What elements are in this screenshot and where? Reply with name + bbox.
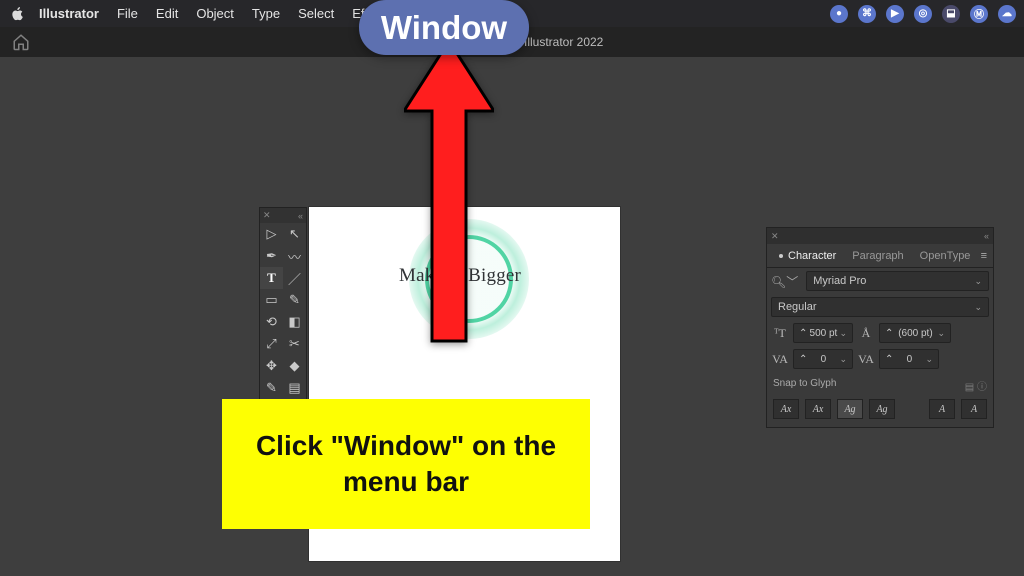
tab-paragraph[interactable]: Paragraph (844, 244, 911, 268)
snap-title: Snap to Glyph (773, 378, 836, 393)
search-icon[interactable]: 🔍︎﹀ (771, 273, 798, 290)
snap-btn[interactable]: Ag (869, 399, 895, 419)
callout-window-pill: Window (359, 0, 529, 55)
kerning-input[interactable]: ⌃0⌄ (793, 349, 853, 369)
panel-menu-icon[interactable]: ≡ (981, 250, 987, 262)
status-icon[interactable]: ◎ (914, 5, 932, 23)
snap-btn[interactable]: Ax (805, 399, 831, 419)
tool-direct[interactable]: ↖ (283, 223, 306, 245)
status-icon[interactable]: ▶ (886, 5, 904, 23)
callout-arrow-icon (404, 41, 494, 361)
tool-eraser[interactable]: ◧ (283, 311, 306, 333)
tool-curve[interactable]: 〰 (283, 245, 306, 267)
callout-box: Click "Window" on the menu bar (222, 399, 590, 529)
tracking-input[interactable]: ⌃0⌄ (879, 349, 939, 369)
menubar-status: ● ⌘ ▶ ◎ ⬓ Ⓜ ☁ (830, 0, 1016, 27)
leading-input[interactable]: ⌃(600 pt)⌄ (879, 323, 951, 343)
tracking-icon: VA (857, 352, 875, 367)
character-panel: ✕« Character Paragraph OpenType ≡ 🔍︎﹀ My… (766, 227, 994, 428)
tool-scale[interactable]: ⤢ (260, 333, 283, 355)
status-icon[interactable]: ☁ (998, 5, 1016, 23)
tool-width[interactable]: ✂ (283, 333, 306, 355)
tool-free[interactable]: ✥ (260, 355, 283, 377)
snap-btn[interactable]: A (929, 399, 955, 419)
menu-edit[interactable]: Edit (156, 6, 178, 21)
tool-brush[interactable]: ✎ (283, 289, 306, 311)
snap-btn[interactable]: Ag (837, 399, 863, 419)
tab-character[interactable]: Character (771, 244, 844, 268)
snap-btn[interactable]: A (961, 399, 987, 419)
home-icon[interactable] (12, 33, 30, 51)
font-size-input[interactable]: ⌃500 pt⌄ (793, 323, 853, 343)
menu-type[interactable]: Type (252, 6, 280, 21)
tool-pen[interactable]: ✒ (260, 245, 283, 267)
tool-grad[interactable]: ▤ (283, 377, 306, 399)
status-icon[interactable]: ● (830, 5, 848, 23)
callout-text: Click "Window" on the menu bar (244, 428, 568, 501)
tool-type[interactable]: T (260, 267, 283, 289)
app-name[interactable]: Illustrator (39, 6, 99, 21)
kerning-icon: VA (771, 352, 789, 367)
status-icon[interactable]: Ⓜ (970, 5, 988, 23)
snap-btn[interactable]: Ax (773, 399, 799, 419)
tool-rotate[interactable]: ⟲ (260, 311, 283, 333)
font-weight-select[interactable]: Regular⌄ (771, 297, 989, 317)
font-family-select[interactable]: Myriad Pro⌄ (806, 271, 989, 291)
snap-right-icons[interactable]: ▤ ⓘ (965, 378, 987, 393)
menu-object[interactable]: Object (196, 6, 234, 21)
tool-eyedrop[interactable]: ✎ (260, 377, 283, 399)
font-size-icon: ᵀT (771, 326, 789, 341)
snap-row: Ax Ax Ag Ag A A (767, 395, 993, 427)
leading-icon: Å (857, 326, 875, 341)
status-icon[interactable]: ⬓ (942, 5, 960, 23)
menu-select[interactable]: Select (298, 6, 334, 21)
tab-opentype[interactable]: OpenType (912, 244, 979, 268)
tool-selection[interactable]: ▷ (260, 223, 283, 245)
tool-line[interactable]: ／ (283, 267, 306, 289)
toolbox-head[interactable]: ✕« (260, 208, 306, 223)
panel-head[interactable]: ✕« (767, 228, 993, 244)
apple-logo-icon (10, 6, 25, 21)
status-icon[interactable]: ⌘ (858, 5, 876, 23)
tool-shape[interactable]: ◆ (283, 355, 306, 377)
tool-rect[interactable]: ▭ (260, 289, 283, 311)
menu-file[interactable]: File (117, 6, 138, 21)
